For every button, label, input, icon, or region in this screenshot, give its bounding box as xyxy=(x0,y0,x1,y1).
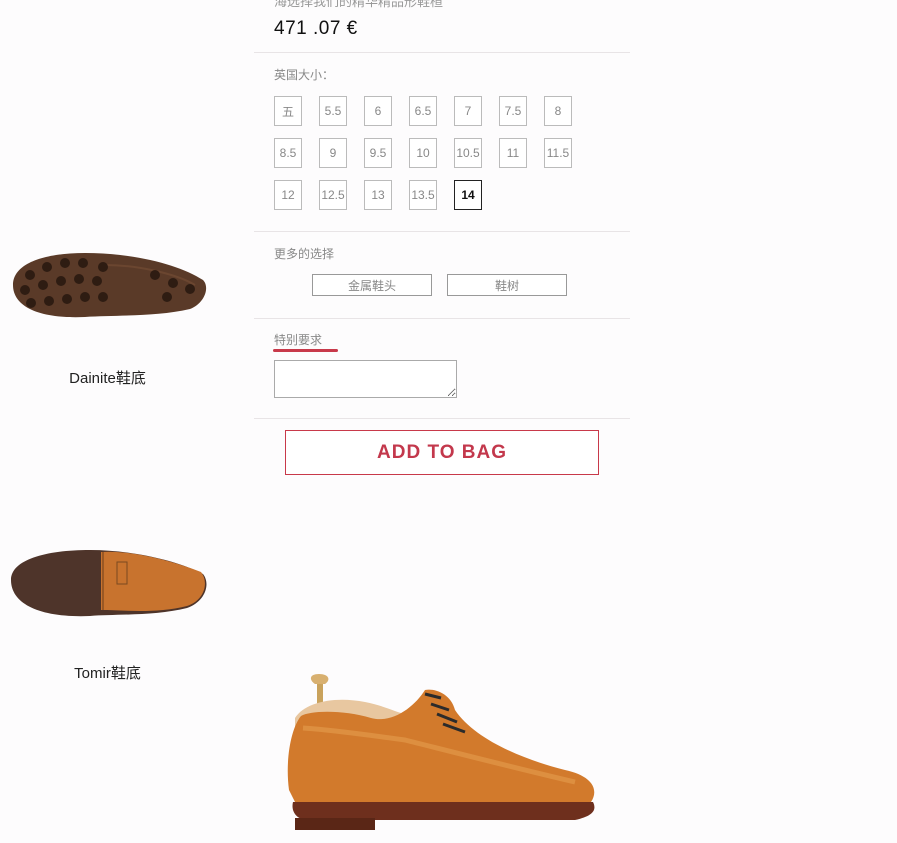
size-option-button[interactable]: 9.5 xyxy=(364,138,392,168)
size-option-button[interactable]: 9 xyxy=(319,138,347,168)
size-option-button[interactable]: 10.5 xyxy=(454,138,482,168)
size-option-button[interactable]: 14 xyxy=(454,180,482,210)
product-page: Dainite鞋底 Tomir鞋底 海选择我们的精华精品形鞋楦 471 .07 … xyxy=(0,0,897,843)
size-option-button[interactable]: 12.5 xyxy=(319,180,347,210)
divider xyxy=(254,52,630,53)
size-option-button[interactable]: 8 xyxy=(544,96,572,126)
product-price: 471 .07 € xyxy=(274,18,358,39)
size-option-button[interactable]: 13 xyxy=(364,180,392,210)
metal-toe-option-button[interactable]: 金属鞋头 xyxy=(312,274,432,296)
add-to-bag-button[interactable]: ADD TO BAG xyxy=(285,430,599,475)
shoe-image xyxy=(287,674,595,830)
divider xyxy=(254,418,630,419)
size-option-button[interactable]: 11 xyxy=(499,138,527,168)
divider xyxy=(254,231,630,232)
size-option-button[interactable]: 7 xyxy=(454,96,482,126)
size-option-button[interactable]: 6 xyxy=(364,96,392,126)
size-option-button[interactable]: 12 xyxy=(274,180,302,210)
size-option-button[interactable]: 7.5 xyxy=(499,96,527,126)
extras-label: 更多的选择 xyxy=(274,247,335,261)
size-option-button[interactable]: 五 xyxy=(274,96,302,126)
size-option-button[interactable]: 8.5 xyxy=(274,138,302,168)
special-request-label: 特别要求 xyxy=(274,333,323,347)
sole-caption-tomir: Tomir鞋底 xyxy=(74,665,141,682)
size-option-button[interactable]: 11.5 xyxy=(544,138,572,168)
size-option-button[interactable]: 13.5 xyxy=(409,180,437,210)
special-request-textarea[interactable] xyxy=(274,360,457,398)
dainite-sole-image xyxy=(13,253,207,318)
shoe-tree-option-button[interactable]: 鞋树 xyxy=(447,274,567,296)
product-description-cut: 海选择我们的精华精品形鞋楦 xyxy=(274,0,444,10)
divider xyxy=(254,318,630,319)
tomir-sole-image xyxy=(11,550,207,617)
size-label: 英国大小： xyxy=(274,68,335,82)
size-option-button[interactable]: 5.5 xyxy=(319,96,347,126)
size-option-button[interactable]: 6.5 xyxy=(409,96,437,126)
size-option-button[interactable]: 10 xyxy=(409,138,437,168)
sole-caption-dainite: Dainite鞋底 xyxy=(69,370,146,387)
highlight-underline xyxy=(273,349,338,352)
